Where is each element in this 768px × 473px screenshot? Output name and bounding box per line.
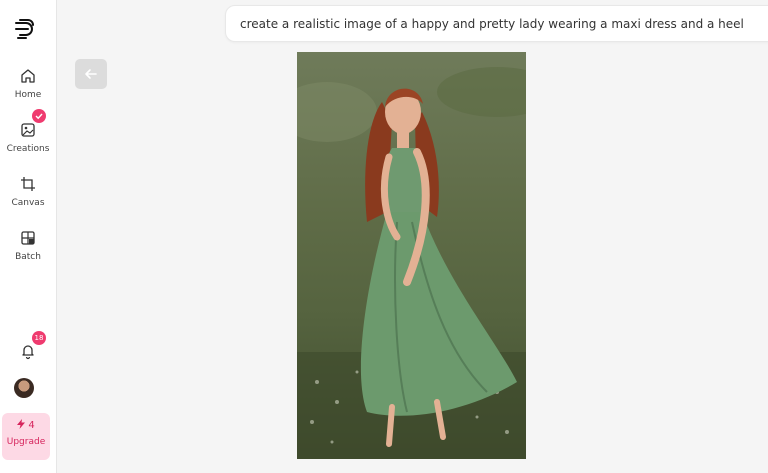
sidebar-item-label: Canvas [11,198,45,208]
check-icon [35,113,43,120]
upgrade-label: Upgrade [6,437,46,447]
sidebar-item-label: Creations [6,144,50,154]
avatar[interactable] [14,378,34,398]
sidebar-item-canvas[interactable]: Canvas [0,175,56,208]
sidebar-item-batch[interactable]: Batch [0,229,56,262]
sidebar-item-label: Home [14,90,42,100]
bell-icon [22,345,34,360]
arrow-left-icon [85,69,97,79]
lightning-icon [17,419,26,429]
crop-icon [21,177,35,191]
notification-count-badge: 18 [32,331,46,345]
generated-image[interactable] [297,52,526,459]
logo-icon[interactable] [12,16,38,42]
prompt-input[interactable]: create a realistic image of a happy and … [225,5,768,42]
sidebar-item-label: Batch [15,252,41,262]
upgrade-button[interactable]: 4 Upgrade [2,413,50,460]
credits-count: 4 [2,419,50,431]
notifications-button[interactable]: 18 [0,331,56,360]
sidebar-item-home[interactable]: Home [0,67,56,100]
check-badge [32,109,46,123]
back-button[interactable] [75,59,107,89]
home-icon [21,69,35,83]
generated-image-illustration [297,67,526,459]
sidebar: Home Creations Canvas Batch 18 4 Upgrade [0,0,57,473]
grid-icon [21,231,35,245]
image-icon [21,123,35,137]
sidebar-item-creations[interactable]: Creations [0,109,56,154]
